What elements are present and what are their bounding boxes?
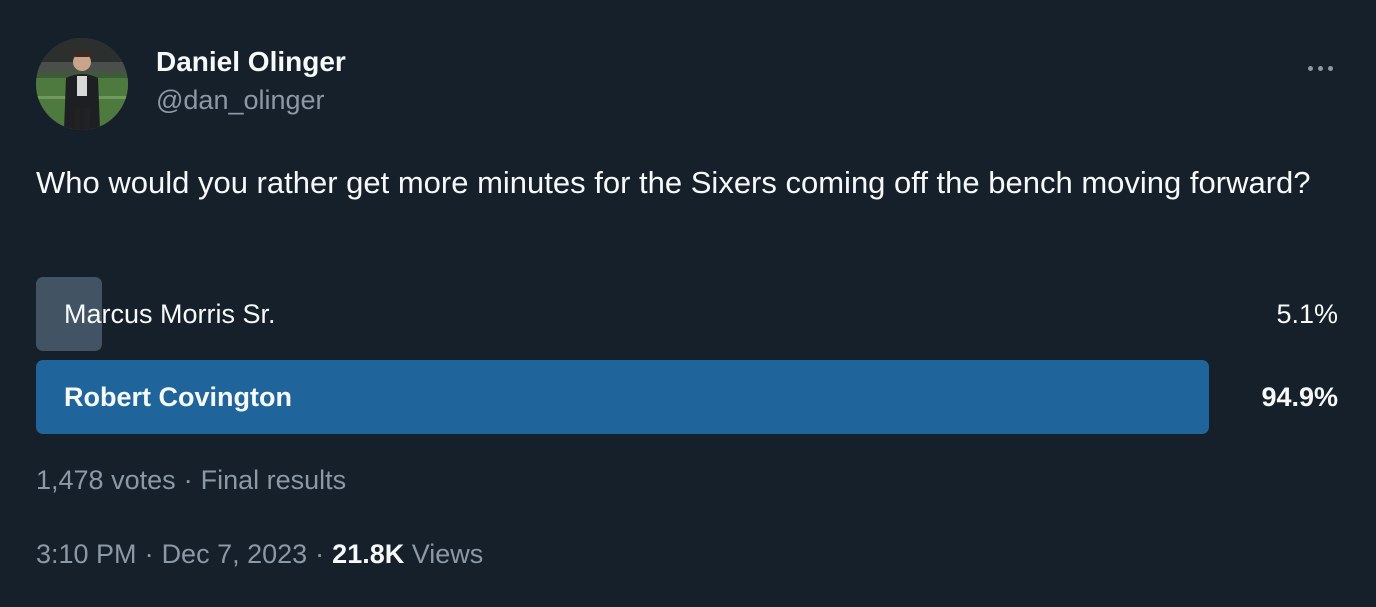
poll-option-label: Marcus Morris Sr. <box>64 299 276 329</box>
username-handle[interactable]: @dan_olinger <box>156 82 325 118</box>
poll-status: Final results <box>200 465 347 495</box>
separator: · <box>315 539 325 569</box>
poll-option-label: Robert Covington <box>64 382 292 412</box>
more-dot <box>1317 65 1323 71</box>
separator: · <box>144 539 154 569</box>
poll-option-percent: 94.9% <box>1261 382 1338 412</box>
poll-option: Marcus Morris Sr. 5.1% <box>36 277 1338 351</box>
display-name[interactable]: Daniel Olinger <box>156 44 346 80</box>
avatar[interactable] <box>36 38 128 130</box>
poll-option-winner: Robert Covington 94.9% <box>36 360 1338 434</box>
tweet-text: Who would you rather get more minutes fo… <box>36 165 1311 200</box>
separator: · <box>183 465 193 495</box>
more-dot <box>1307 65 1313 71</box>
tweet-date[interactable]: Dec 7, 2023 <box>162 539 308 569</box>
more-horizontal-icon[interactable] <box>1300 56 1340 80</box>
views-label: Views <box>411 539 484 569</box>
avatar-photo <box>36 38 128 130</box>
tweet: Daniel Olinger @dan_olinger Who would yo… <box>0 0 1376 607</box>
poll-votes: 1,478 votes <box>36 465 176 495</box>
tweet-time[interactable]: 3:10 PM <box>36 539 137 569</box>
tweet-metadata: 3:10 PM · Dec 7, 2023 · 21.8K Views <box>36 536 483 572</box>
poll-option-percent: 5.1% <box>1276 299 1338 329</box>
views-count[interactable]: 21.8K <box>332 539 404 569</box>
poll-summary: 1,478 votes · Final results <box>36 462 346 498</box>
more-dot <box>1327 65 1333 71</box>
